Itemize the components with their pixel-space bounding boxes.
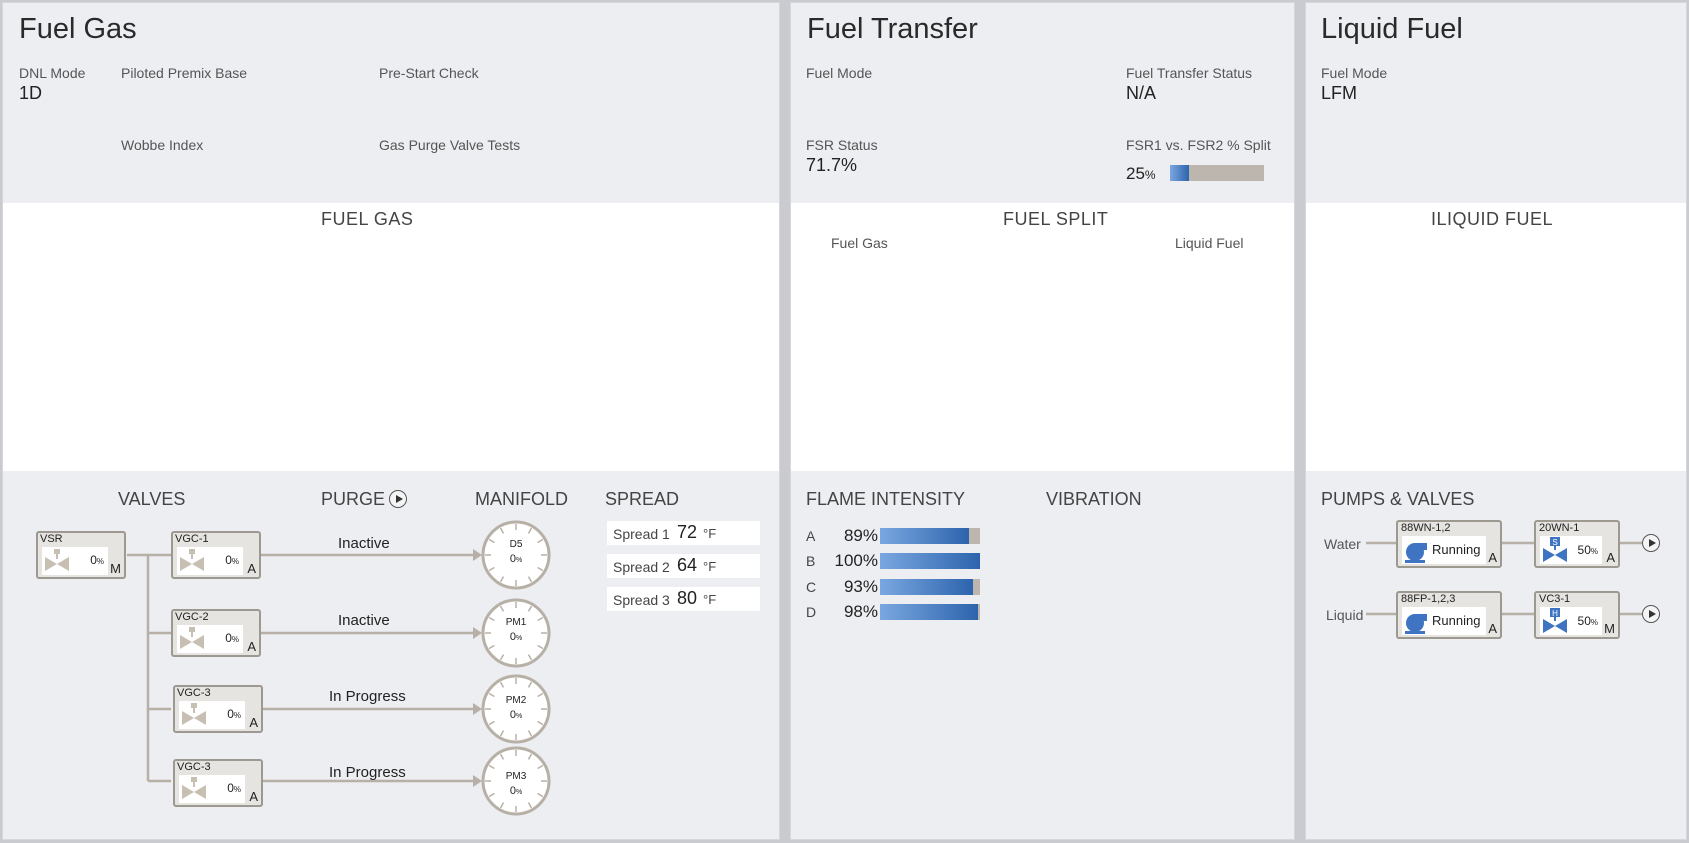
spread-3: Spread 3 80 °F (607, 587, 760, 611)
liquid-piping (1366, 541, 1642, 616)
fuel-transfer-status-value: N/A (1126, 83, 1157, 103)
fuel-split-gas-label: Fuel Gas (831, 235, 888, 251)
flame-row-c: C 93% (806, 577, 1006, 597)
manifold-value: 0% (509, 785, 523, 797)
flame-bar-fill (880, 553, 980, 569)
purge-status-4: In Progress (329, 764, 406, 781)
pump-icon (1405, 543, 1427, 563)
fsr-split-bar-fill (1170, 165, 1189, 181)
fuel-transfer-status-label: Fuel Transfer Status (1126, 65, 1253, 81)
water-line-details-button[interactable] (1642, 534, 1660, 552)
liquid-fuel-panel: Liquid Fuel Fuel Mode LFM ILIQUID FUEL P… (1305, 2, 1687, 840)
flame-bar-fill (880, 579, 973, 595)
manifold-name: PM3 (505, 771, 527, 782)
valve-name: VGC-1 (175, 533, 209, 545)
valve-vgc-2[interactable]: VGC-2 0% A (171, 609, 261, 657)
valve-name: VGC-2 (175, 611, 209, 623)
gas-valve-icon (45, 549, 69, 571)
svg-text:S: S (1552, 538, 1557, 547)
fuel-transfer-panel: Fuel Transfer Fuel Mode Fuel Transfer St… (790, 2, 1295, 840)
spread-2: Spread 2 64 °F (607, 554, 760, 578)
manifold-value: 0% (509, 553, 523, 565)
spread-1: Spread 1 72 °F (607, 521, 760, 545)
valve-mode: A (247, 639, 256, 654)
manifold-value: 0% (509, 709, 523, 721)
manifold-value: 0% (509, 631, 523, 643)
fsr-status-label: FSR Status (806, 137, 878, 153)
vibration-title: VIBRATION (1046, 489, 1142, 509)
solenoid-valve-icon: S (1543, 537, 1567, 562)
liquid-line-label: Liquid (1326, 607, 1364, 623)
manifold-name: PM1 (505, 617, 527, 628)
pump-88fp[interactable]: 88FP-1,2,3 Running A (1396, 591, 1502, 639)
purge-status-2: Inactive (338, 612, 390, 629)
pump-88wn[interactable]: 88WN-1,2 Running A (1396, 520, 1502, 568)
purge-status-1: Inactive (338, 535, 390, 552)
gas-valve-icon (182, 703, 206, 725)
gas-valve-icon (180, 627, 204, 649)
fuel-gas-panel: Fuel Gas DNL Mode 1D Piloted Premix Base… (2, 2, 780, 840)
valve-mode: A (249, 789, 258, 804)
fuel-split-liquid-label: Liquid Fuel (1175, 235, 1244, 251)
water-line-label: Water (1324, 536, 1361, 552)
purge-status-3: In Progress (329, 688, 406, 705)
gas-valve-icon (180, 549, 204, 571)
valve-20wn-1[interactable]: 20WN-1 S 50% A (1534, 520, 1620, 568)
fsr-split-bar (1170, 165, 1264, 181)
flame-bar-fill (880, 528, 969, 544)
flame-row-d: D 98% (806, 602, 1006, 622)
fuel-split-title: FUEL SPLIT (1003, 209, 1109, 229)
valve-vgc-1[interactable]: VGC-1 0% A (171, 531, 261, 579)
valve-name: VGC-3 (177, 761, 211, 773)
flame-row-b: B 100% (806, 551, 1006, 571)
valve-vsr[interactable]: VSR 0% M (36, 531, 126, 579)
valve-vc3-1[interactable]: VC3-1 H 50% M (1534, 591, 1620, 639)
fsr-split-value: 25% (1126, 164, 1156, 183)
valve-mode: A (247, 561, 256, 576)
liquid-line-details-button[interactable] (1642, 605, 1660, 623)
fuel-gas-piping (127, 520, 551, 816)
fuel-mode-label: Fuel Mode (806, 65, 873, 81)
fsr-status-value: 71.7% (806, 155, 858, 175)
flame-intensity-title: FLAME INTENSITY (806, 489, 966, 509)
valve-name: VSR (40, 533, 63, 545)
manifold-name: PM2 (505, 695, 527, 706)
svg-text:H: H (1552, 609, 1558, 618)
valve-vgc-3[interactable]: VGC-3 0% A (173, 685, 263, 733)
gas-valve-icon (182, 777, 206, 799)
valve-vgc-3b[interactable]: VGC-3 0% A (173, 759, 263, 807)
fuel-transfer-title: Fuel Transfer (807, 13, 978, 45)
pump-icon (1405, 614, 1427, 634)
hydraulic-valve-icon: H (1543, 608, 1567, 633)
valve-mode: A (249, 715, 258, 730)
flame-row-a: A 89% (806, 526, 1006, 546)
flame-bar-fill (880, 604, 978, 620)
fsr-split-label: FSR1 vs. FSR2 % Split (1126, 137, 1271, 153)
manifold-name: D5 (509, 539, 523, 550)
valve-name: VGC-3 (177, 687, 211, 699)
valve-mode: M (110, 561, 121, 576)
